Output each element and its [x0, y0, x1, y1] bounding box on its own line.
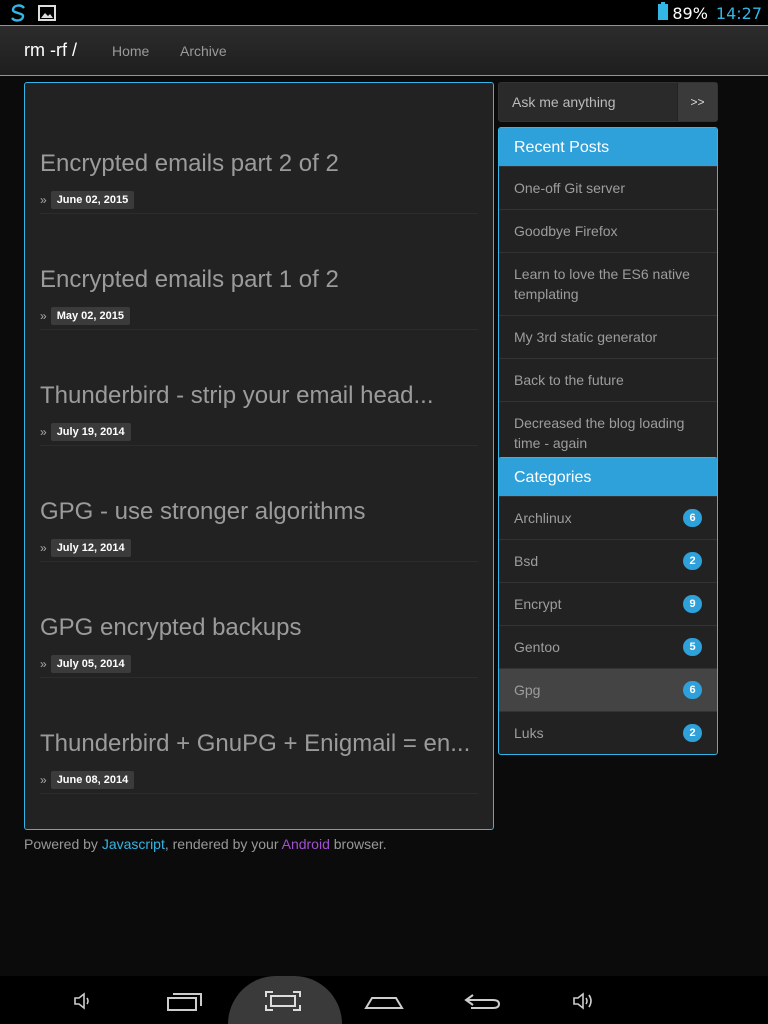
recent-post-link[interactable]: Decreased the blog loading time - again	[499, 401, 717, 464]
footer: Powered by Javascript, rendered by your …	[24, 836, 387, 852]
post-item: Thunderbird + GnuPG + Enigmail = en... »…	[40, 678, 478, 794]
system-navigation-bar	[0, 976, 768, 1024]
post-title[interactable]: GPG encrypted backups	[40, 614, 301, 642]
post-item: Thunderbird - strip your email head... »…	[40, 330, 478, 446]
search-input[interactable]	[499, 83, 677, 121]
post-title[interactable]: Encrypted emails part 1 of 2	[40, 266, 339, 294]
footer-middle: , rendered by your	[164, 836, 282, 852]
raquo-glyph: »	[40, 541, 47, 555]
battery-percent: 89%	[672, 4, 708, 23]
nav-home-link[interactable]: Home	[112, 43, 149, 59]
recent-post-link[interactable]: Learn to love the ES6 native templating	[499, 252, 717, 315]
category-count-badge: 2	[683, 552, 702, 570]
category-label: Luks	[514, 725, 544, 741]
post-item: Encrypted emails part 1 of 2 » May 02, 20…	[40, 214, 478, 330]
post-item: Encrypted emails part 2 of 2 » June 02, 2…	[40, 98, 478, 214]
post-title[interactable]: GPG - use stronger algorithms	[40, 498, 365, 526]
category-count-badge: 6	[683, 509, 702, 527]
recent-posts-panel: Recent Posts One-off Git server Goodbye …	[498, 127, 718, 465]
footer-suffix: browser.	[329, 836, 387, 852]
post-date: June 08, 2014	[50, 771, 135, 789]
javascript-link[interactable]: Javascript	[102, 836, 165, 852]
categories-panel: Categories Archlinux 6 Bsd 2 Encrypt 9 Gent…	[498, 457, 718, 755]
category-label: Archlinux	[514, 510, 572, 526]
post-title[interactable]: Encrypted emails part 2 of 2	[40, 150, 339, 178]
category-item-encrypt[interactable]: Encrypt 9	[499, 582, 717, 625]
screenshot-icon[interactable]	[263, 986, 303, 1016]
recent-post-link[interactable]: Back to the future	[499, 358, 717, 401]
search-button[interactable]: >>	[677, 83, 717, 121]
category-label: Encrypt	[514, 596, 562, 612]
navbar: rm -rf / Home Archive	[0, 25, 768, 76]
image-icon	[38, 4, 56, 27]
recent-post-link[interactable]: Goodbye Firefox	[499, 209, 717, 252]
status-bar: 89% 14:27	[0, 0, 768, 25]
category-count-badge: 9	[683, 595, 702, 613]
post-item: GPG encrypted backups » July 05, 2014	[40, 562, 478, 678]
android-link[interactable]: Android	[282, 836, 330, 852]
raquo-glyph: »	[40, 425, 47, 439]
raquo-glyph: »	[40, 193, 47, 207]
search-box: >>	[498, 82, 718, 122]
category-count-badge: 2	[683, 724, 702, 742]
raquo-glyph: »	[40, 773, 47, 787]
recent-apps-icon[interactable]	[164, 986, 204, 1016]
post-date: May 02, 2015	[50, 307, 130, 325]
post-date: July 05, 2014	[50, 655, 131, 673]
post-item: GPG - use stronger algorithms » July 12, …	[40, 446, 478, 562]
post-date: June 02, 2015	[50, 191, 135, 209]
footer-prefix: Powered by	[24, 836, 102, 852]
volume-up-icon[interactable]	[564, 986, 604, 1016]
posts-panel: Encrypted emails part 2 of 2 » June 02, 2…	[24, 82, 494, 830]
nav-archive-link[interactable]: Archive	[180, 43, 227, 59]
post-date: July 12, 2014	[50, 539, 131, 557]
category-item-bsd[interactable]: Bsd 2	[499, 539, 717, 582]
recent-posts-heading: Recent Posts	[499, 128, 717, 166]
categories-heading: Categories	[499, 458, 717, 496]
post-title[interactable]: Thunderbird - strip your email head...	[40, 382, 434, 410]
battery-icon	[658, 2, 669, 25]
category-item-gpg[interactable]: Gpg 6	[499, 668, 717, 711]
recent-post-link[interactable]: My 3rd static generator	[499, 315, 717, 358]
site-brand[interactable]: rm -rf /	[24, 40, 77, 61]
post-date: July 19, 2014	[50, 423, 131, 441]
category-item-archlinux[interactable]: Archlinux 6	[499, 496, 717, 539]
category-item-luks[interactable]: Luks 2	[499, 711, 717, 754]
category-count-badge: 5	[683, 638, 702, 656]
recent-post-link[interactable]: One-off Git server	[499, 166, 717, 209]
raquo-glyph: »	[40, 657, 47, 671]
back-icon[interactable]	[463, 986, 503, 1016]
category-label: Gentoo	[514, 639, 560, 655]
category-count-badge: 6	[683, 681, 702, 699]
post-title[interactable]: Thunderbird + GnuPG + Enigmail = en...	[40, 730, 470, 758]
home-icon[interactable]	[364, 986, 404, 1016]
category-label: Bsd	[514, 553, 539, 569]
category-item-gentoo[interactable]: Gentoo 5	[499, 625, 717, 668]
raquo-glyph: »	[40, 309, 47, 323]
clock: 14:27	[715, 4, 762, 23]
volume-down-icon[interactable]	[62, 986, 102, 1016]
category-label: Gpg	[514, 682, 541, 698]
